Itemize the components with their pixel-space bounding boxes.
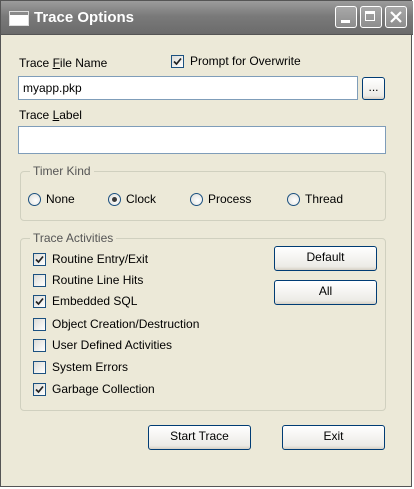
user-defined-activities-label: User Defined Activities [52,338,173,352]
checkmark-icon [35,385,44,394]
maximize-button[interactable] [360,6,382,28]
window-title: Trace Options [34,9,135,26]
trace-file-name-input[interactable] [18,76,358,100]
checkmark-icon [173,57,182,66]
window-icon [9,11,29,26]
routine-line-hits-label: Routine Line Hits [52,273,144,287]
checkmark-icon [35,297,44,306]
routine-line-hits-checkbox[interactable] [33,274,46,287]
timer-clock-label: Clock [126,192,157,206]
timer-process-radio[interactable] [190,193,203,206]
all-button[interactable]: All [274,280,377,305]
close-icon [390,11,402,23]
radio-selected-dot [112,197,117,202]
browse-button[interactable]: ... [362,77,385,100]
user-defined-activities-checkbox[interactable] [33,339,46,352]
exit-button[interactable]: Exit [282,425,385,450]
system-errors-label: System Errors [52,360,129,374]
prompt-overwrite-checkbox[interactable] [171,55,184,68]
embedded-sql-label: Embedded SQL [52,294,138,308]
timer-none-label: None [46,192,75,206]
routine-entry-exit-checkbox[interactable] [33,253,46,266]
garbage-collection-checkbox[interactable] [33,383,46,396]
trace-label-input[interactable] [18,126,386,154]
default-button[interactable]: Default [274,246,377,271]
timer-kind-legend: Timer Kind [30,164,94,178]
trace-activities-legend: Trace Activities [30,231,117,245]
timer-thread-label: Thread [305,192,344,206]
minimize-button[interactable] [335,6,357,28]
trace-label-label: Trace Label [19,108,82,122]
trace-options-window: Trace Options Trace File Name Prompt for… [0,0,413,487]
trace-file-name-label: Trace File Name [19,56,108,70]
prompt-overwrite-label: Prompt for Overwrite [190,54,301,68]
close-button[interactable] [385,6,407,28]
embedded-sql-checkbox[interactable] [33,295,46,308]
object-creation-destruction-label: Object Creation/Destruction [52,317,200,331]
timer-clock-radio[interactable] [108,193,121,206]
routine-entry-exit-label: Routine Entry/Exit [52,252,149,266]
system-errors-checkbox[interactable] [33,361,46,374]
start-trace-button[interactable]: Start Trace [148,425,251,450]
garbage-collection-label: Garbage Collection [52,382,155,396]
timer-thread-radio[interactable] [287,193,300,206]
timer-process-label: Process [208,192,252,206]
object-creation-destruction-checkbox[interactable] [33,318,46,331]
timer-none-radio[interactable] [28,193,41,206]
checkmark-icon [35,255,44,264]
title-bar[interactable]: Trace Options [1,1,413,35]
